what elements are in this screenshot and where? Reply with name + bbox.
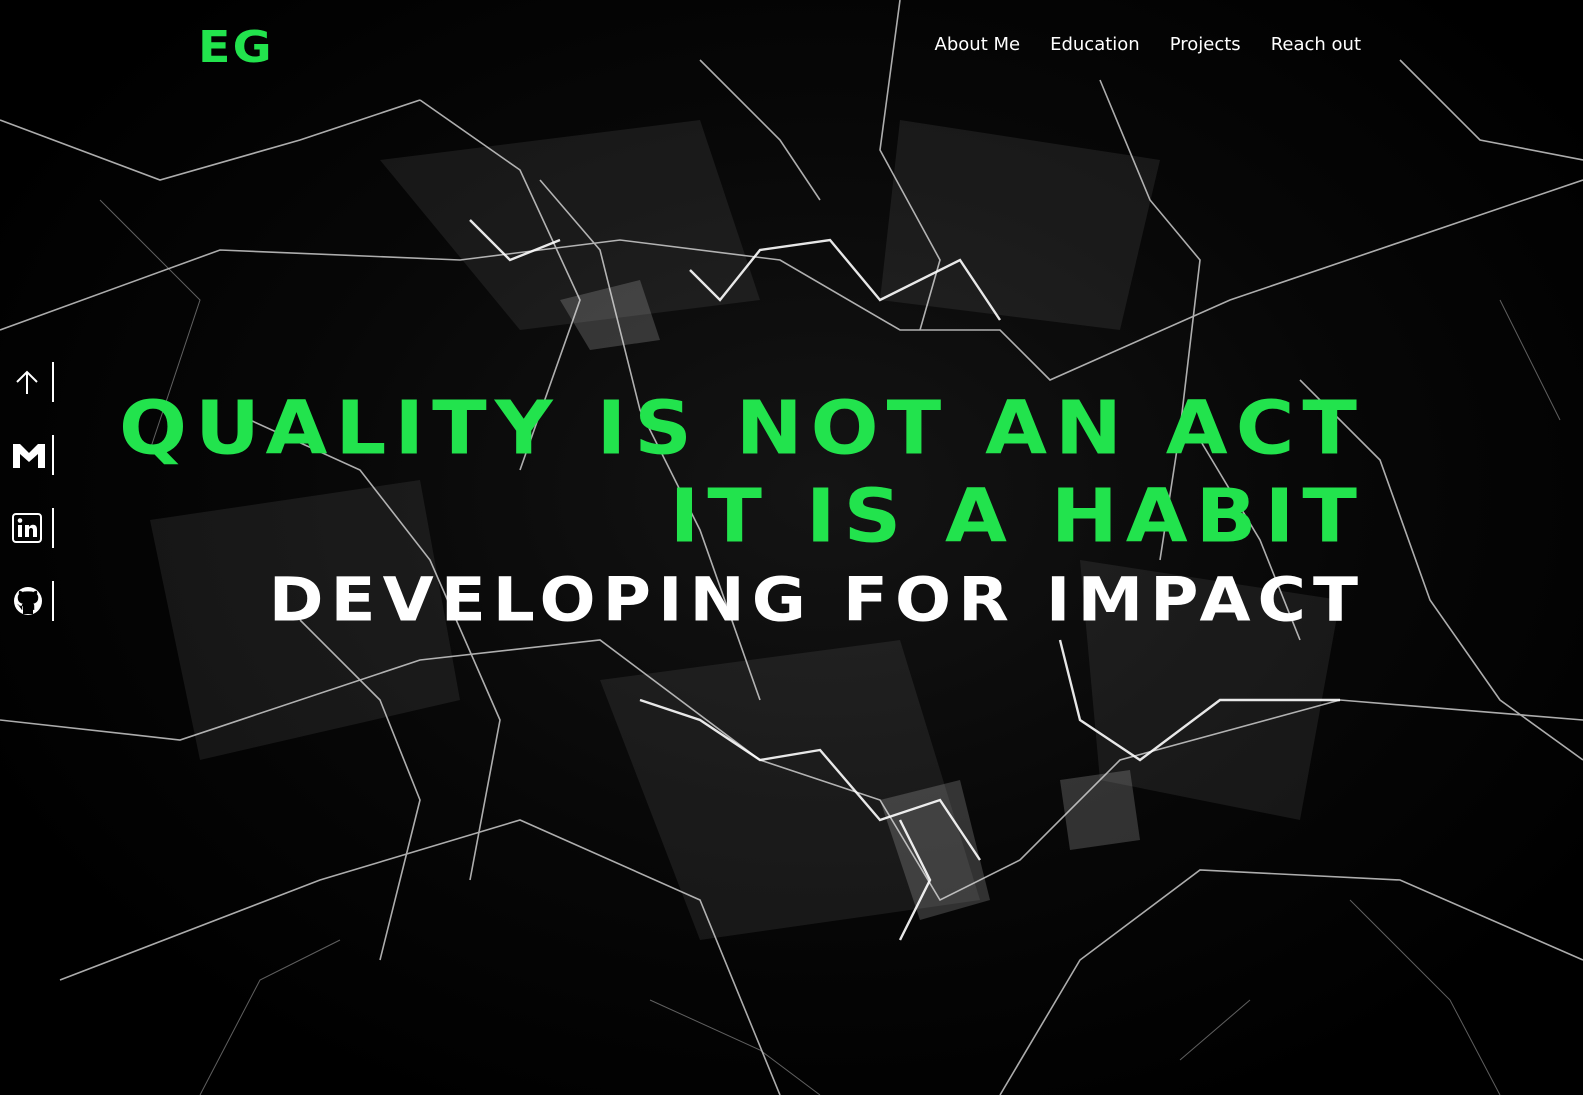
github-icon — [14, 587, 42, 615]
nav-link-about-me[interactable]: About Me — [935, 33, 1021, 57]
main-nav: About Me Education Projects Reach out — [935, 33, 1361, 57]
github-link[interactable] — [12, 581, 54, 621]
scroll-top-button[interactable] — [12, 362, 54, 402]
nav-link-reach-out[interactable]: Reach out — [1271, 33, 1361, 57]
hero-heading: QUALITY IS NOT AN ACT IT IS A HABIT DEVE… — [119, 388, 1365, 640]
page: EG About Me Education Projects Reach out — [0, 0, 1583, 1095]
gmail-link[interactable] — [12, 435, 54, 475]
hero-quote-line-2: IT IS A HABIT — [669, 473, 1365, 559]
logo[interactable]: EG — [198, 26, 274, 70]
gmail-icon — [13, 444, 45, 468]
hero-quote-line-1: QUALITY IS NOT AN ACT — [118, 385, 1365, 471]
nav-link-projects[interactable]: Projects — [1170, 33, 1241, 57]
hero-tagline: DEVELOPING FOR IMPACT — [268, 564, 1365, 635]
nav-link-education[interactable]: Education — [1050, 33, 1140, 57]
social-sidebar — [12, 362, 54, 621]
arrow-up-icon — [16, 370, 38, 394]
linkedin-icon — [12, 513, 42, 543]
linkedin-link[interactable] — [12, 508, 54, 548]
